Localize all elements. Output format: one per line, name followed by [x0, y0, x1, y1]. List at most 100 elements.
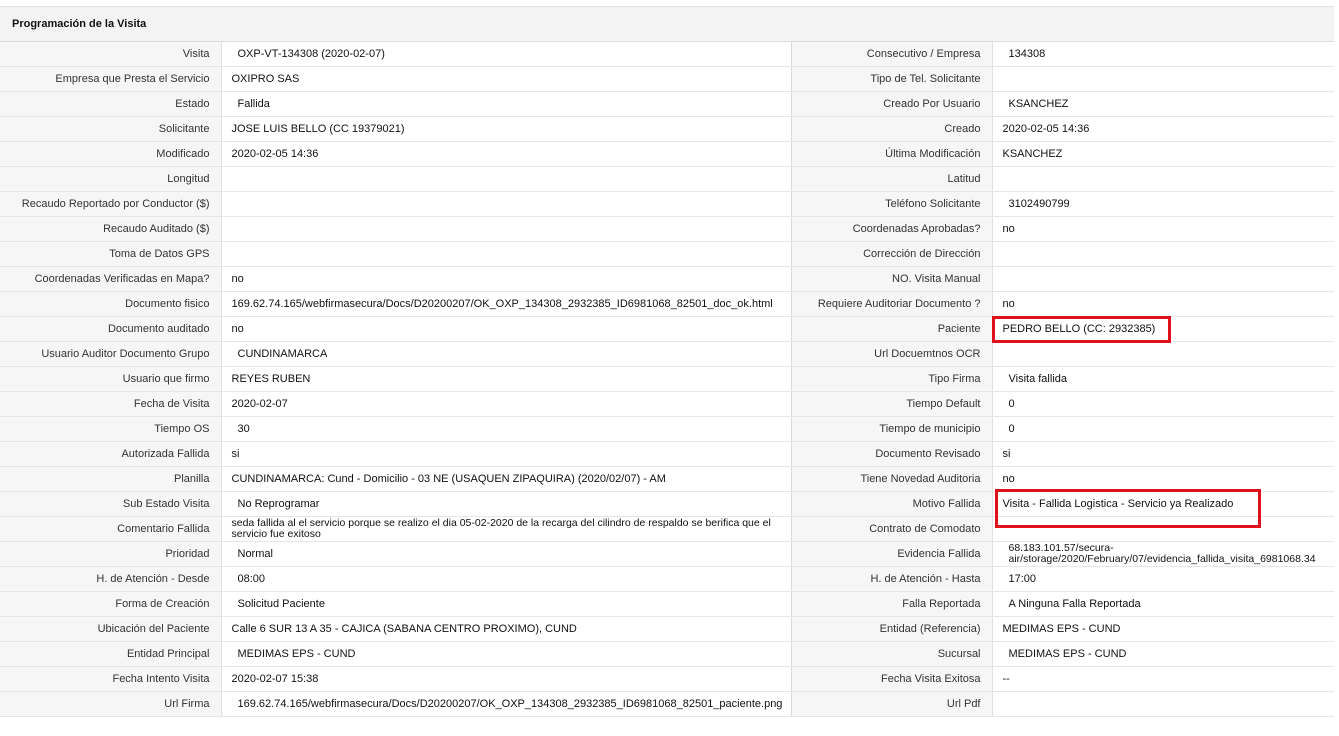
table-row: Fecha de Visita 2020-02-07 Tiempo Default 0	[0, 391, 1334, 417]
field-label: Creado	[791, 116, 993, 142]
field-value: 08:00	[221, 566, 792, 592]
field-label: Recaudo Auditado ($)	[0, 216, 222, 242]
field-value	[992, 691, 1334, 717]
table-row: Planilla CUNDINAMARCA: Cund - Domicilio -…	[0, 466, 1334, 492]
field-label: Latitud	[791, 166, 993, 192]
field-label: Paciente	[791, 316, 993, 342]
field-value: 2020-02-07	[221, 391, 792, 417]
field-value: si	[992, 441, 1334, 467]
field-label: Motivo Fallida	[791, 491, 993, 517]
field-value: si	[221, 441, 792, 467]
field-label: Última Modificación	[791, 141, 993, 167]
field-label: Falla Reportada	[791, 591, 993, 617]
field-value: MEDIMAS EPS - CUND	[992, 641, 1334, 667]
field-label: Forma de Creación	[0, 591, 222, 617]
field-value: no	[221, 266, 792, 292]
field-value: OXP-VT-134308 (2020-02-07)	[221, 42, 792, 67]
field-value: KSANCHEZ	[992, 91, 1334, 117]
field-label: Tiempo Default	[791, 391, 993, 417]
field-label: Comentario Fallida	[0, 516, 222, 542]
table-row: Toma de Datos GPS Corrección de Dirección	[0, 241, 1334, 267]
field-label: Documento Revisado	[791, 441, 993, 467]
visit-schedule-panel: Programación de la Visita Visita OXP-VT-1…	[0, 0, 1339, 736]
field-value: Solicitud Paciente	[221, 591, 792, 617]
field-value: MEDIMAS EPS - CUND	[221, 641, 792, 667]
field-value: no	[992, 466, 1334, 492]
field-value: 0	[992, 416, 1334, 442]
field-label: Visita	[0, 42, 222, 67]
table-row: Tiempo OS 30 Tiempo de municipio 0	[0, 416, 1334, 442]
table-row: Forma de Creación Solicitud Paciente Falla…	[0, 591, 1334, 617]
table-row: Autorizada Fallida si Documento Revisado si	[0, 441, 1334, 467]
field-value: 30	[221, 416, 792, 442]
field-label: Coordenadas Aprobadas?	[791, 216, 993, 242]
field-value: 3102490799	[992, 191, 1334, 217]
field-label: Modificado	[0, 141, 222, 167]
field-value	[221, 241, 792, 267]
table-row: Recaudo Auditado ($) Coordenadas Aprobada…	[0, 216, 1334, 242]
field-value	[992, 341, 1334, 367]
field-value: Calle 6 SUR 13 A 35 - CAJICA (SABANA CEN…	[221, 616, 792, 642]
table-row: Entidad Principal MEDIMAS EPS - CUND Sucur…	[0, 641, 1334, 667]
field-label: Evidencia Fallida	[791, 541, 993, 567]
field-value: No Reprogramar	[221, 491, 792, 517]
field-value	[992, 166, 1334, 192]
field-label: Planilla	[0, 466, 222, 492]
table-row: Prioridad Normal Evidencia Fallida 68.183.1…	[0, 541, 1334, 567]
field-label: Recaudo Reportado por Conductor ($)	[0, 191, 222, 217]
field-value: no	[992, 216, 1334, 242]
field-value: REYES RUBEN	[221, 366, 792, 392]
field-value: 2020-02-05 14:36	[992, 116, 1334, 142]
field-value: --	[992, 666, 1334, 692]
field-label: Tiene Novedad Auditoria	[791, 466, 993, 492]
field-label: Fecha Visita Exitosa	[791, 666, 993, 692]
table-row: Fecha Intento Visita 2020-02-07 15:38 Fech…	[0, 666, 1334, 692]
highlight-motivo-fallida	[995, 489, 1261, 528]
field-value: 169.62.74.165/webfirmasecura/Docs/D20200…	[221, 691, 792, 717]
field-label: Tipo de Tel. Solicitante	[791, 66, 993, 92]
field-label: Autorizada Fallida	[0, 441, 222, 467]
field-label: Coordenadas Verificadas en Mapa?	[0, 266, 222, 292]
field-value: 169.62.74.165/webfirmasecura/Docs/D20200…	[221, 291, 792, 317]
field-value	[221, 216, 792, 242]
field-label: Sucursal	[791, 641, 993, 667]
table-row: Usuario Auditor Documento Grupo CUNDINAMA…	[0, 341, 1334, 367]
field-label: Fecha Intento Visita	[0, 666, 222, 692]
field-label: Entidad (Referencia)	[791, 616, 993, 642]
visit-details-body: Visita OXP-VT-134308 (2020-02-07) Consecut…	[0, 42, 1334, 717]
table-row: Recaudo Reportado por Conductor ($) Teléf…	[0, 191, 1334, 217]
field-value: JOSE LUIS BELLO (CC 19379021)	[221, 116, 792, 142]
field-value	[992, 66, 1334, 92]
panel-title: Programación de la Visita	[12, 18, 147, 30]
table-row: Usuario que firmo REYES RUBEN Tipo Firma Vi…	[0, 366, 1334, 392]
field-label: Url Firma	[0, 691, 222, 717]
field-label: Documento fisico	[0, 291, 222, 317]
field-value	[992, 266, 1334, 292]
field-label: Estado	[0, 91, 222, 117]
field-value: KSANCHEZ	[992, 141, 1334, 167]
field-value: seda fallida al el servicio porque se re…	[221, 516, 792, 542]
field-value: 68.183.101.57/secura-air/storage/2020/Fe…	[992, 541, 1334, 567]
field-label: H. de Atención - Hasta	[791, 566, 993, 592]
field-value: no	[221, 316, 792, 342]
field-label: H. de Atención - Desde	[0, 566, 222, 592]
field-label: Toma de Datos GPS	[0, 241, 222, 267]
field-label: Url Docuemtnos OCR	[791, 341, 993, 367]
field-value: CUNDINAMARCA	[221, 341, 792, 367]
field-label: NO. Visita Manual	[791, 266, 993, 292]
field-value: CUNDINAMARCA: Cund - Domicilio - 03 NE (…	[221, 466, 792, 492]
field-label: Corrección de Dirección	[791, 241, 993, 267]
field-label: Sub Estado Visita	[0, 491, 222, 517]
panel-header: Programación de la Visita	[0, 6, 1334, 42]
table-row: Url Firma 169.62.74.165/webfirmasecura/Do…	[0, 691, 1334, 717]
field-label: Tiempo OS	[0, 416, 222, 442]
field-value: OXIPRO SAS	[221, 66, 792, 92]
field-label: Longitud	[0, 166, 222, 192]
table-row: Coordenadas Verificadas en Mapa? no NO. Vi…	[0, 266, 1334, 292]
field-value: Normal	[221, 541, 792, 567]
field-value: Fallida	[221, 91, 792, 117]
field-label: Tipo Firma	[791, 366, 993, 392]
table-row: Longitud Latitud	[0, 166, 1334, 192]
field-value: Visita fallida	[992, 366, 1334, 392]
field-value: MEDIMAS EPS - CUND	[992, 616, 1334, 642]
